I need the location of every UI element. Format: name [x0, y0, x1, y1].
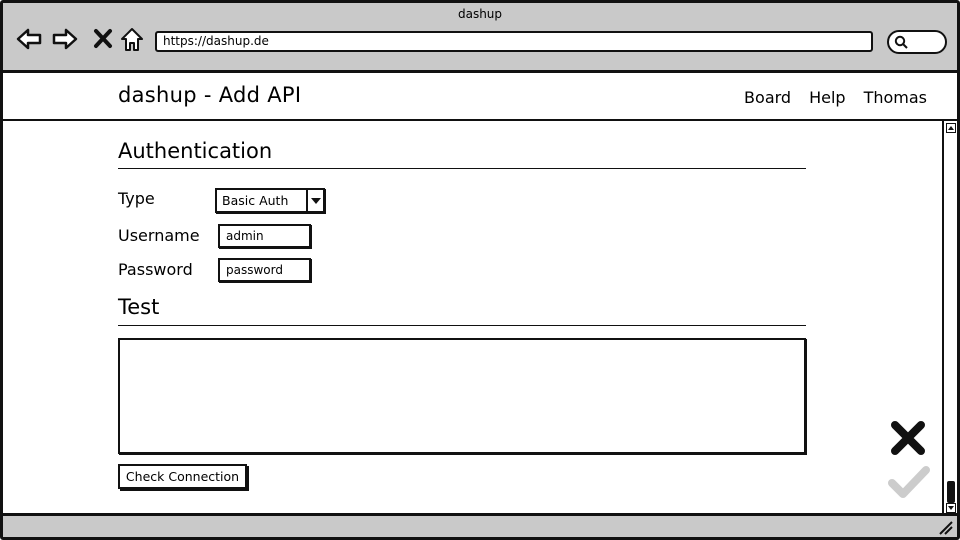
back-arrow-icon[interactable]: [15, 25, 43, 53]
browser-chrome: dashup https://dashup.de: [3, 3, 957, 73]
home-icon[interactable]: [118, 25, 146, 53]
address-bar[interactable]: https://dashup.de: [155, 31, 873, 52]
password-field[interactable]: password: [218, 258, 311, 282]
test-divider: [118, 325, 806, 326]
close-x-icon[interactable]: [889, 419, 927, 457]
chevron-down-icon[interactable]: [306, 190, 323, 211]
scroll-up-arrow-icon[interactable]: [946, 123, 956, 133]
forward-arrow-icon[interactable]: [51, 25, 79, 53]
window-title: dashup: [457, 7, 503, 21]
page-header: dashup - Add API Board Help Thomas: [3, 73, 957, 121]
nav-link-board[interactable]: Board: [744, 88, 791, 107]
auth-type-select[interactable]: Basic Auth: [215, 188, 325, 213]
nav-link-user[interactable]: Thomas: [864, 88, 927, 107]
scroll-thumb[interactable]: [947, 481, 955, 503]
test-heading: Test: [118, 295, 160, 319]
browser-search-field[interactable]: [887, 30, 947, 54]
nav-link-help[interactable]: Help: [809, 88, 845, 107]
stop-x-icon[interactable]: [89, 25, 117, 53]
type-label: Type: [118, 189, 155, 208]
top-navigation: Board Help Thomas: [744, 88, 927, 107]
browser-window: dashup https://dashup.de dashup - Add AP…: [0, 0, 960, 540]
check-connection-button[interactable]: Check Connection: [118, 464, 247, 489]
checkmark-icon[interactable]: [887, 465, 931, 501]
main-content: Authentication Type Basic Auth Username …: [3, 123, 940, 513]
status-bar: [3, 513, 957, 537]
username-field[interactable]: admin: [218, 224, 311, 248]
page-title: dashup - Add API: [118, 83, 302, 107]
auth-type-value: Basic Auth: [222, 193, 289, 208]
resize-grip-icon[interactable]: [937, 519, 953, 535]
username-label: Username: [118, 226, 200, 245]
test-output-area[interactable]: [118, 338, 806, 454]
password-label: Password: [118, 260, 193, 279]
scroll-down-arrow-icon[interactable]: [946, 503, 956, 513]
authentication-divider: [118, 168, 806, 169]
vertical-scrollbar[interactable]: [942, 121, 957, 515]
search-icon: [894, 35, 908, 49]
authentication-heading: Authentication: [118, 139, 273, 163]
